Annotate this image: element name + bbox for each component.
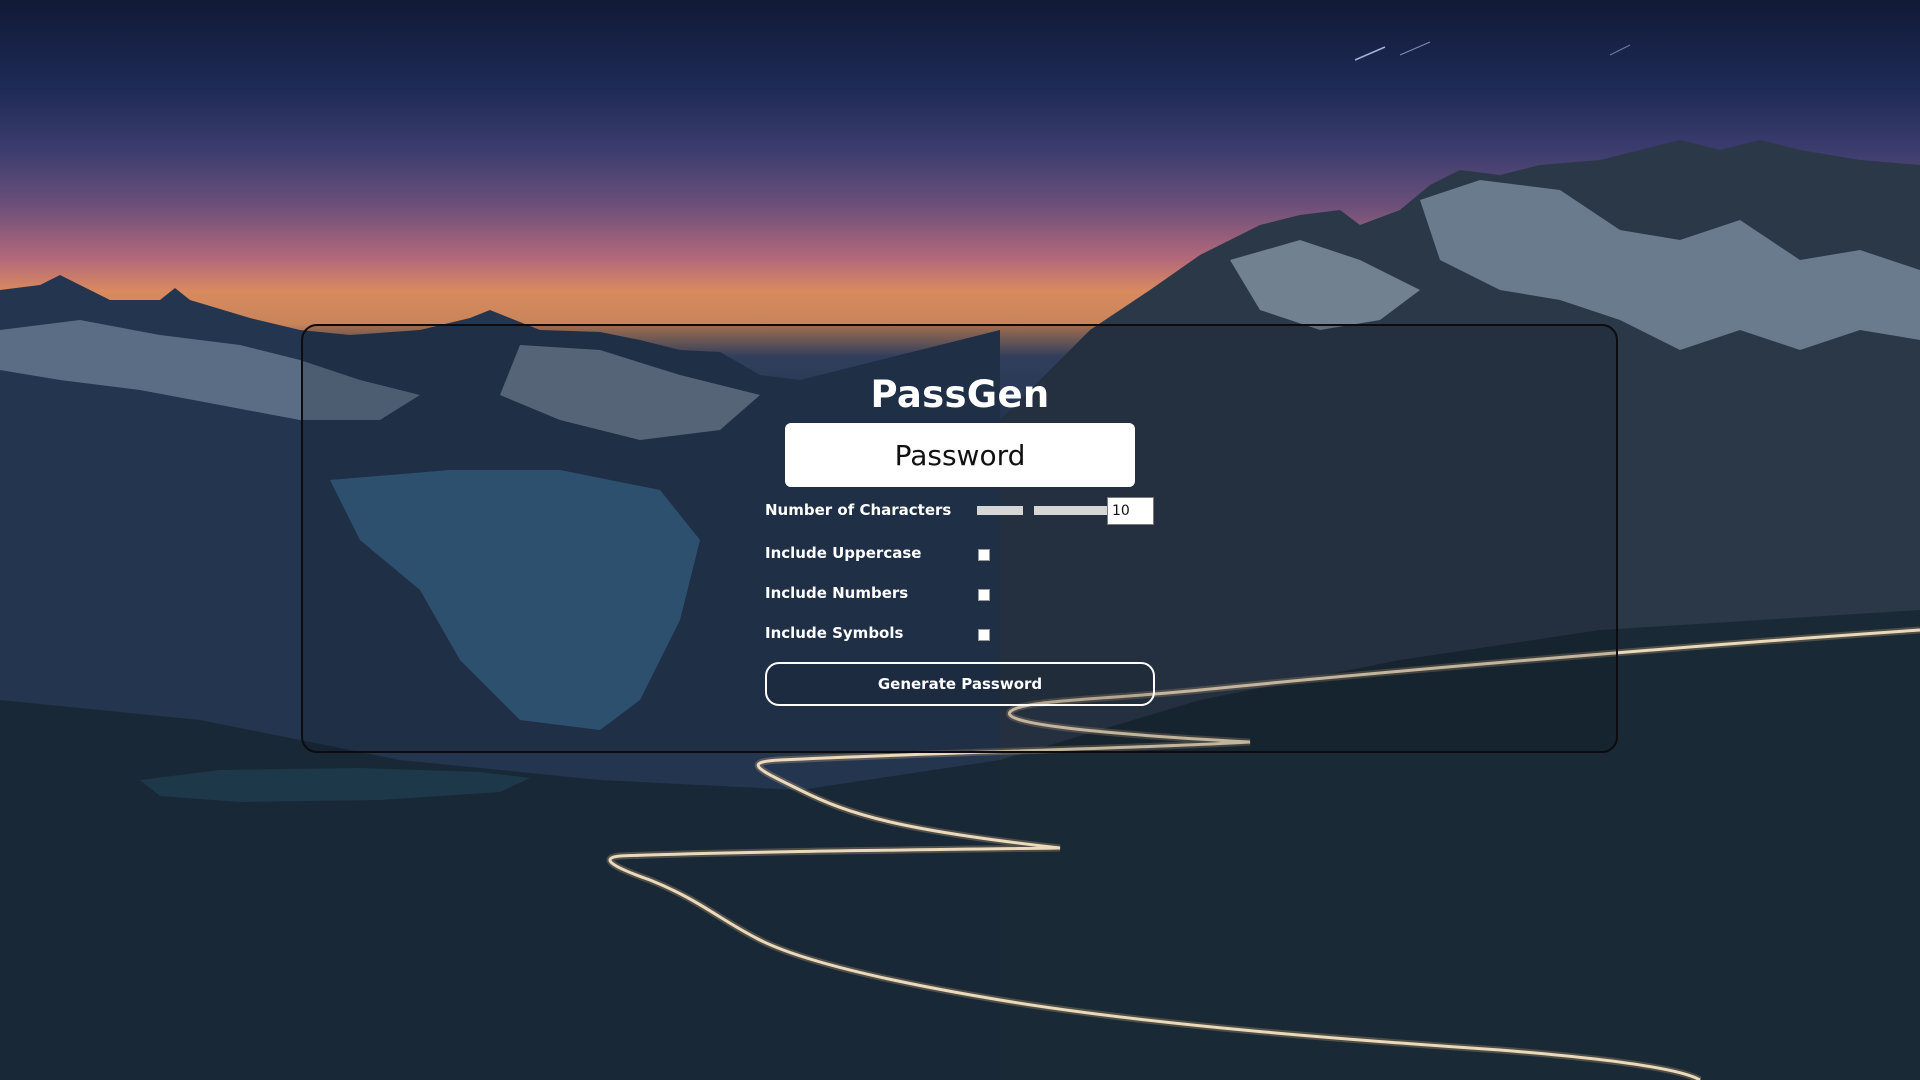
password-output-text: Password (894, 438, 1026, 472)
password-output[interactable]: Password (785, 423, 1135, 487)
generate-password-label: Generate Password (877, 675, 1043, 693)
generate-password-button[interactable]: Generate Password (765, 662, 1155, 706)
numbers-checkbox[interactable] (978, 589, 990, 601)
app-title: PassGen (870, 373, 1050, 416)
slider-track-filled (977, 506, 1023, 515)
uppercase-label: Include Uppercase (765, 544, 922, 562)
symbols-label: Include Symbols (765, 624, 904, 642)
star-trail (1354, 46, 1386, 61)
length-label: Number of Characters (765, 501, 952, 519)
uppercase-checkbox[interactable] (978, 549, 990, 561)
star-trail (1609, 44, 1631, 56)
slider-track-remaining (1034, 506, 1107, 515)
symbols-checkbox[interactable] (978, 629, 990, 641)
length-number-input[interactable]: 10 (1107, 497, 1154, 525)
length-slider[interactable] (977, 505, 1107, 517)
star-trail (1399, 41, 1431, 56)
numbers-label: Include Numbers (765, 584, 909, 602)
